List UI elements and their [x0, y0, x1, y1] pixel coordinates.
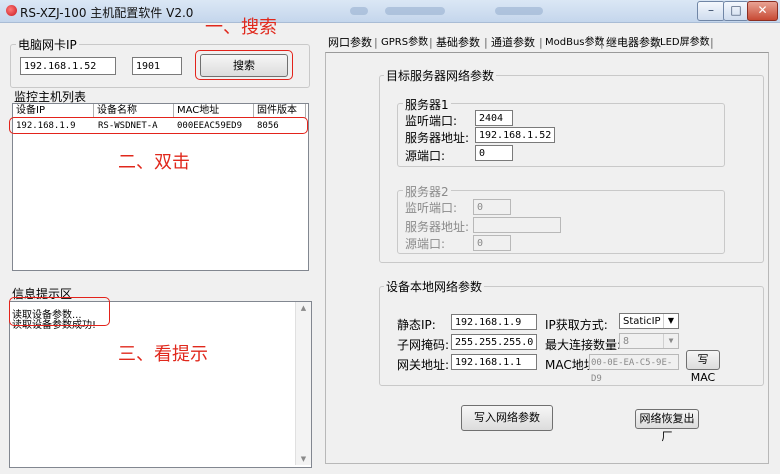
- s1-address-field[interactable]: 192.168.1.52: [475, 127, 555, 143]
- tab-channel[interactable]: 通道参数: [491, 34, 535, 52]
- mac-field[interactable]: 00-0E-EA-C5-9E-D9: [589, 354, 679, 384]
- step2-annotation: 二、双击: [118, 152, 190, 173]
- minimize-button[interactable]: –: [697, 1, 725, 21]
- col-firmware[interactable]: 固件版本: [254, 104, 306, 118]
- col-device-name[interactable]: 设备名称: [94, 104, 174, 118]
- info-textarea[interactable]: 读取设备参数... 读取设备参数成功! ▲ ▼: [9, 301, 312, 468]
- ip-mode-select[interactable]: StaticIP ▼: [619, 313, 679, 329]
- s1-listen-port-label: 监听端口:: [405, 114, 458, 128]
- pc-port-field[interactable]: 1901: [132, 57, 182, 75]
- chevron-down-icon[interactable]: ▼: [663, 314, 678, 328]
- row-highlight: [9, 117, 308, 134]
- tab-net[interactable]: 网口参数: [328, 34, 372, 52]
- static-ip-field[interactable]: 192.168.1.9: [451, 314, 537, 330]
- info-highlight: [9, 297, 110, 326]
- gateway-field[interactable]: 192.168.1.1: [451, 354, 537, 370]
- search-highlight: [195, 50, 293, 80]
- write-mac-button[interactable]: 写MAC: [686, 350, 720, 384]
- static-ip-label: 静态IP:: [397, 318, 436, 332]
- ip-mode-label: IP获取方式:: [545, 318, 608, 332]
- step3-annotation: 三、看提示: [118, 344, 208, 365]
- max-conn-label: 最大连接数量:: [545, 338, 622, 352]
- gateway-label: 网关地址:: [397, 358, 450, 372]
- s2-listen-port-label: 监听端口:: [405, 201, 458, 215]
- pc-nic-legend: 电脑网卡IP: [16, 36, 79, 53]
- ip-mode-value: StaticIP: [623, 316, 661, 327]
- server2-legend: 服务器2: [403, 183, 451, 200]
- maximize-button[interactable]: □: [723, 1, 749, 21]
- write-net-params-button[interactable]: 写入网络参数: [461, 405, 553, 431]
- s2-src-port-label: 源端口:: [405, 237, 446, 251]
- s2-listen-port-field[interactable]: 0: [473, 199, 511, 215]
- local-net-legend: 设备本地网络参数: [384, 278, 485, 295]
- close-button[interactable]: ✕: [747, 1, 778, 21]
- window-title: RS-XZJ-100 主机配置软件 V2.0: [20, 6, 194, 20]
- tab-relay[interactable]: 继电器参数: [606, 34, 661, 52]
- maximize-icon: □: [730, 3, 742, 17]
- s1-listen-port-field[interactable]: 2404: [475, 110, 513, 126]
- col-device-ip[interactable]: 设备IP: [13, 104, 94, 118]
- s2-address-label: 服务器地址:: [405, 220, 470, 234]
- app-icon: [6, 5, 17, 16]
- target-server-legend: 目标服务器网络参数: [384, 67, 497, 84]
- close-icon: ✕: [757, 3, 768, 17]
- col-mac[interactable]: MAC地址: [174, 104, 254, 118]
- s2-address-field[interactable]: [473, 217, 561, 233]
- mask-label: 子网掩码:: [397, 338, 450, 352]
- tab-led[interactable]: LED屏参数: [660, 34, 710, 52]
- restore-factory-button[interactable]: 网络恢复出厂: [635, 409, 699, 443]
- tab-gprs[interactable]: GPRS参数: [381, 34, 428, 52]
- s1-src-port-field[interactable]: 0: [475, 145, 513, 161]
- scroll-down-icon[interactable]: ▼: [296, 455, 311, 463]
- scroll-up-icon[interactable]: ▲: [296, 304, 311, 312]
- chevron-down-icon[interactable]: ▼: [663, 334, 678, 348]
- tab-modbus[interactable]: ModBus参数: [545, 34, 605, 52]
- s1-src-port-label: 源端口:: [405, 149, 446, 163]
- tab-basic[interactable]: 基础参数: [436, 34, 480, 52]
- s2-src-port-field[interactable]: 0: [473, 235, 511, 251]
- step1-annotation: 一、搜索: [205, 17, 277, 38]
- title-bar: RS-XZJ-100 主机配置软件 V2.0 – □ ✕: [0, 0, 780, 23]
- max-conn-select[interactable]: 8 ▼: [619, 333, 679, 349]
- info-scrollbar[interactable]: ▲ ▼: [295, 302, 311, 465]
- server1-legend: 服务器1: [403, 96, 451, 113]
- s1-address-label: 服务器地址:: [405, 131, 470, 145]
- mask-field[interactable]: 255.255.255.0: [451, 334, 537, 350]
- minimize-icon: –: [708, 3, 714, 17]
- max-conn-value: 8: [623, 336, 630, 347]
- pc-ip-field[interactable]: 192.168.1.52: [20, 57, 116, 75]
